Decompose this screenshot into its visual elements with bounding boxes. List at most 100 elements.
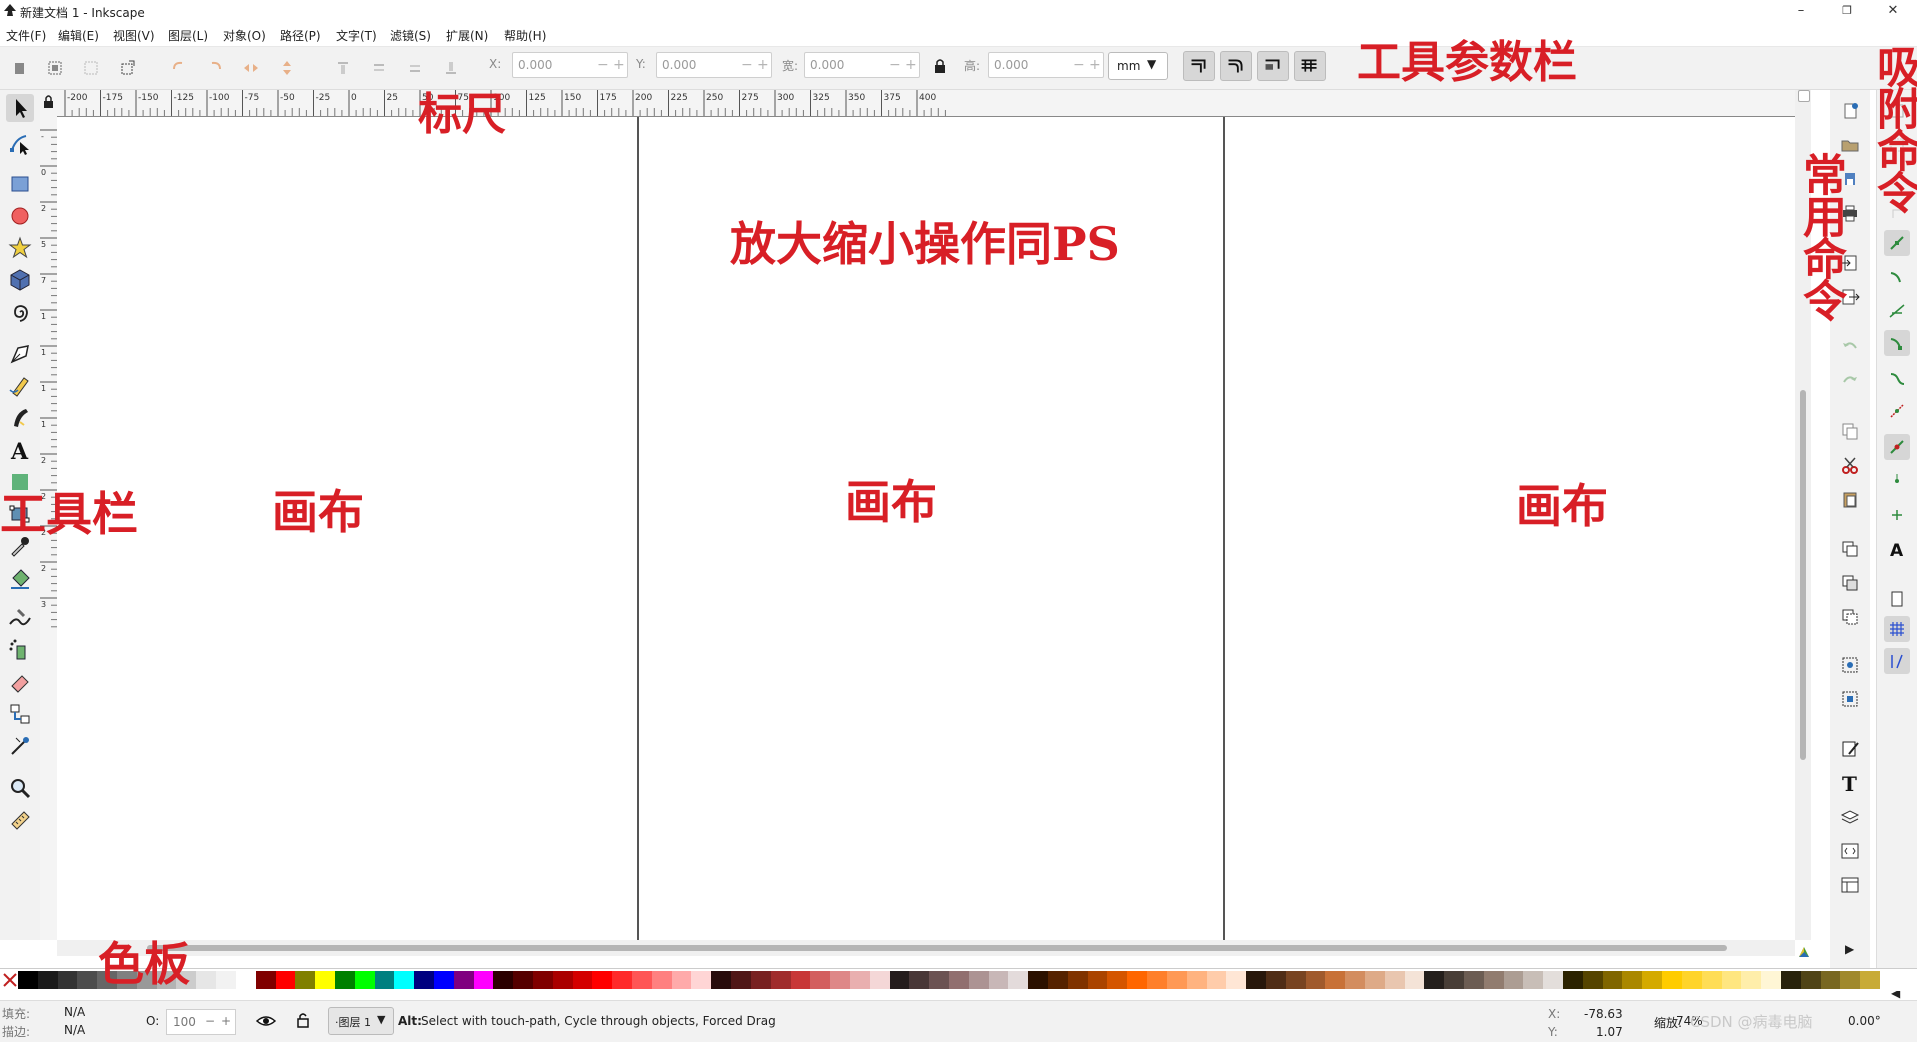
snap-rotation-center-icon[interactable]	[1884, 502, 1910, 528]
color-swatch[interactable]	[1800, 971, 1822, 989]
color-swatch[interactable]	[750, 971, 772, 989]
flip-vertical-icon[interactable]	[274, 55, 300, 81]
x-decrement-icon[interactable]: −	[597, 57, 609, 73]
menu-text[interactable]: 文字(T)	[336, 27, 377, 44]
minimize-button[interactable]: –	[1778, 0, 1824, 22]
selector-tool-icon[interactable]	[6, 94, 34, 122]
y-decrement-icon[interactable]: −	[741, 57, 753, 73]
snap-grid-icon[interactable]	[1884, 616, 1910, 642]
transform-patterns-toggle[interactable]	[1294, 51, 1326, 81]
paint-bucket-tool-icon[interactable]	[6, 564, 34, 592]
pen-tool-icon[interactable]	[6, 340, 34, 368]
color-swatch[interactable]	[216, 971, 237, 989]
menu-help[interactable]: 帮助(H)	[504, 27, 546, 44]
color-swatch[interactable]	[77, 971, 98, 989]
document-properties-icon[interactable]	[1837, 872, 1863, 898]
scale-corners-toggle[interactable]	[1220, 51, 1252, 81]
rotate-cw-icon[interactable]	[202, 55, 228, 81]
color-swatch[interactable]	[572, 971, 593, 989]
color-swatch[interactable]	[1246, 971, 1267, 989]
flip-horizontal-icon[interactable]	[238, 55, 264, 81]
color-swatch[interactable]	[592, 971, 613, 989]
color-swatch[interactable]	[651, 971, 673, 989]
color-swatch[interactable]	[1503, 971, 1524, 989]
color-swatch[interactable]	[770, 971, 792, 989]
connector-tool-icon[interactable]	[6, 700, 34, 728]
transform-gradients-toggle[interactable]	[1257, 51, 1289, 81]
color-swatch[interactable]	[1761, 971, 1782, 989]
y-increment-icon[interactable]: +	[757, 57, 769, 73]
no-paint-swatch-icon[interactable]	[2, 972, 18, 988]
color-swatch[interactable]	[394, 971, 415, 989]
xml-editor-icon[interactable]	[1837, 838, 1863, 864]
color-swatch[interactable]	[691, 971, 712, 989]
color-swatch[interactable]	[1067, 971, 1089, 989]
snap-guide-icon[interactable]	[1884, 648, 1910, 674]
color-swatch[interactable]	[1662, 971, 1683, 989]
cut-icon[interactable]	[1837, 452, 1863, 478]
opacity-decrement-icon[interactable]: −	[205, 1014, 215, 1028]
color-swatch[interactable]	[374, 971, 395, 989]
menu-view[interactable]: 视图(V)	[113, 27, 155, 44]
star-tool-icon[interactable]	[6, 234, 34, 262]
color-swatch[interactable]	[1642, 971, 1663, 989]
color-swatch[interactable]	[632, 971, 653, 989]
node-tool-icon[interactable]	[6, 130, 34, 158]
fill-value[interactable]: N/A	[64, 1005, 85, 1019]
scroll-corner-button[interactable]	[1798, 90, 1810, 102]
select-same-icon[interactable]	[114, 55, 140, 81]
color-swatch[interactable]	[869, 971, 891, 989]
copy-icon[interactable]	[1837, 418, 1863, 444]
color-swatch[interactable]	[612, 971, 633, 989]
snap-others-icon[interactable]	[1884, 434, 1910, 460]
color-swatch[interactable]	[255, 971, 276, 989]
pencil-tool-icon[interactable]	[6, 372, 34, 400]
menu-path[interactable]: 路径(P)	[280, 27, 321, 44]
lock-guides-icon[interactable]	[40, 90, 57, 116]
snap-page-border-icon[interactable]	[1884, 586, 1910, 612]
select-all-layers-icon[interactable]	[42, 55, 68, 81]
color-swatch[interactable]	[1166, 971, 1188, 989]
color-swatch[interactable]	[1265, 971, 1287, 989]
color-swatch[interactable]	[1582, 971, 1604, 989]
color-swatch[interactable]	[18, 971, 39, 989]
color-swatch[interactable]	[790, 971, 811, 989]
measure-tool-icon[interactable]	[6, 806, 34, 834]
calligraphy-tool-icon[interactable]	[6, 404, 34, 432]
color-swatch[interactable]	[1701, 971, 1723, 989]
color-swatch[interactable]	[929, 971, 950, 989]
opacity-increment-icon[interactable]: +	[221, 1014, 231, 1028]
color-swatch[interactable]	[1345, 971, 1366, 989]
color-swatch[interactable]	[1028, 971, 1049, 989]
color-swatch[interactable]	[1840, 971, 1861, 989]
spiral-tool-icon[interactable]	[6, 298, 34, 326]
snap-text-baseline-icon[interactable]: A	[1884, 536, 1910, 562]
snap-intersection-icon[interactable]	[1884, 298, 1910, 324]
deselect-icon[interactable]	[78, 55, 104, 81]
color-swatch[interactable]	[1820, 971, 1841, 989]
color-swatch[interactable]	[671, 971, 692, 989]
color-swatch[interactable]	[1147, 971, 1168, 989]
y-field[interactable]: 0.000 − +	[656, 52, 772, 78]
width-increment-icon[interactable]: +	[905, 57, 917, 73]
color-swatch[interactable]	[1780, 971, 1802, 989]
snap-midpoint-icon[interactable]	[1884, 398, 1910, 424]
color-swatch[interactable]	[552, 971, 574, 989]
color-swatch[interactable]	[1206, 971, 1227, 989]
horizontal-scrollbar[interactable]	[57, 940, 1795, 956]
vertical-scroll-thumb[interactable]	[1800, 390, 1806, 760]
snap-nodes-icon[interactable]	[1884, 230, 1910, 256]
snap-object-midpoint-icon[interactable]	[1884, 468, 1910, 494]
fill-stroke-icon[interactable]	[1837, 736, 1863, 762]
color-swatch[interactable]	[1424, 971, 1445, 989]
color-swatch[interactable]	[1404, 971, 1425, 989]
horizontal-scroll-thumb[interactable]	[147, 945, 1727, 951]
color-swatch[interactable]	[1364, 971, 1386, 989]
height-increment-icon[interactable]: +	[1089, 57, 1101, 73]
height-field[interactable]: 0.000 − +	[988, 52, 1104, 78]
color-manage-icon[interactable]	[1797, 945, 1811, 959]
color-swatch[interactable]	[57, 971, 78, 989]
color-swatch[interactable]	[1523, 971, 1544, 989]
menu-file[interactable]: 文件(F)	[6, 27, 46, 44]
color-swatch[interactable]	[37, 971, 59, 989]
